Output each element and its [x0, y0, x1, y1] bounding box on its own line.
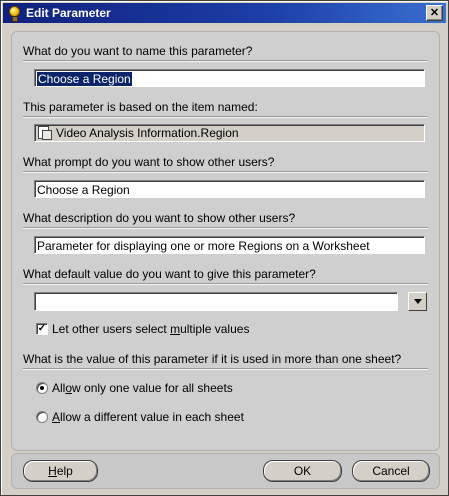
multi-sheet-question-label: What is the value of this parameter if i…: [23, 352, 402, 366]
prompt-question-label: What prompt do you want to show other us…: [23, 155, 275, 169]
parameter-name-input[interactable]: Choose a Region: [34, 69, 425, 87]
multiple-values-label[interactable]: Let other users select multiple values: [52, 322, 249, 336]
default-value-question-label: What default value do you want to give t…: [23, 267, 316, 281]
description-question-label: What description do you want to show oth…: [23, 211, 296, 225]
separator: [23, 283, 428, 285]
ok-button[interactable]: OK: [263, 460, 342, 482]
item-question-label: This parameter is based on the item name…: [23, 100, 258, 114]
item-icon: [38, 126, 52, 140]
help-button[interactable]: Help: [23, 460, 98, 482]
edit-parameter-dialog: Edit Parameter ✕ What do you want to nam…: [0, 0, 449, 496]
description-input[interactable]: Parameter for displaying one or more Reg…: [34, 236, 425, 254]
multiple-values-checkbox[interactable]: ✓: [36, 323, 48, 335]
close-button[interactable]: ✕: [426, 5, 443, 21]
prompt-input[interactable]: Choose a Region: [34, 180, 425, 198]
based-on-item-field: Video Analysis Information.Region: [34, 124, 425, 142]
prompt-value: Choose a Region: [37, 183, 130, 197]
separator: [23, 227, 428, 229]
lightbulb-icon: [6, 5, 22, 22]
default-value-combo-input[interactable]: [34, 292, 398, 311]
separator: [23, 171, 428, 173]
name-question-label: What do you want to name this parameter?: [23, 44, 253, 58]
close-icon: ✕: [429, 6, 440, 19]
one-value-radio-label[interactable]: Allow only one value for all sheets: [52, 381, 233, 395]
based-on-item-value: Video Analysis Information.Region: [56, 126, 239, 140]
different-value-radio[interactable]: [36, 411, 48, 423]
separator: [23, 368, 428, 370]
separator: [23, 116, 428, 118]
checkmark-icon: ✓: [37, 323, 47, 334]
parameter-name-value: Choose a Region: [37, 72, 132, 86]
one-value-radio[interactable]: [36, 382, 48, 394]
different-value-radio-label[interactable]: Allow a different value in each sheet: [52, 410, 244, 424]
separator: [23, 60, 428, 62]
chevron-down-icon: [413, 299, 422, 304]
cancel-button[interactable]: Cancel: [352, 460, 430, 482]
radio-selected-dot: [40, 386, 44, 390]
description-value: Parameter for displaying one or more Reg…: [37, 239, 370, 253]
window-title: Edit Parameter: [26, 6, 111, 20]
default-value-dropdown-button[interactable]: [408, 292, 427, 311]
title-bar: Edit Parameter ✕: [3, 3, 446, 23]
